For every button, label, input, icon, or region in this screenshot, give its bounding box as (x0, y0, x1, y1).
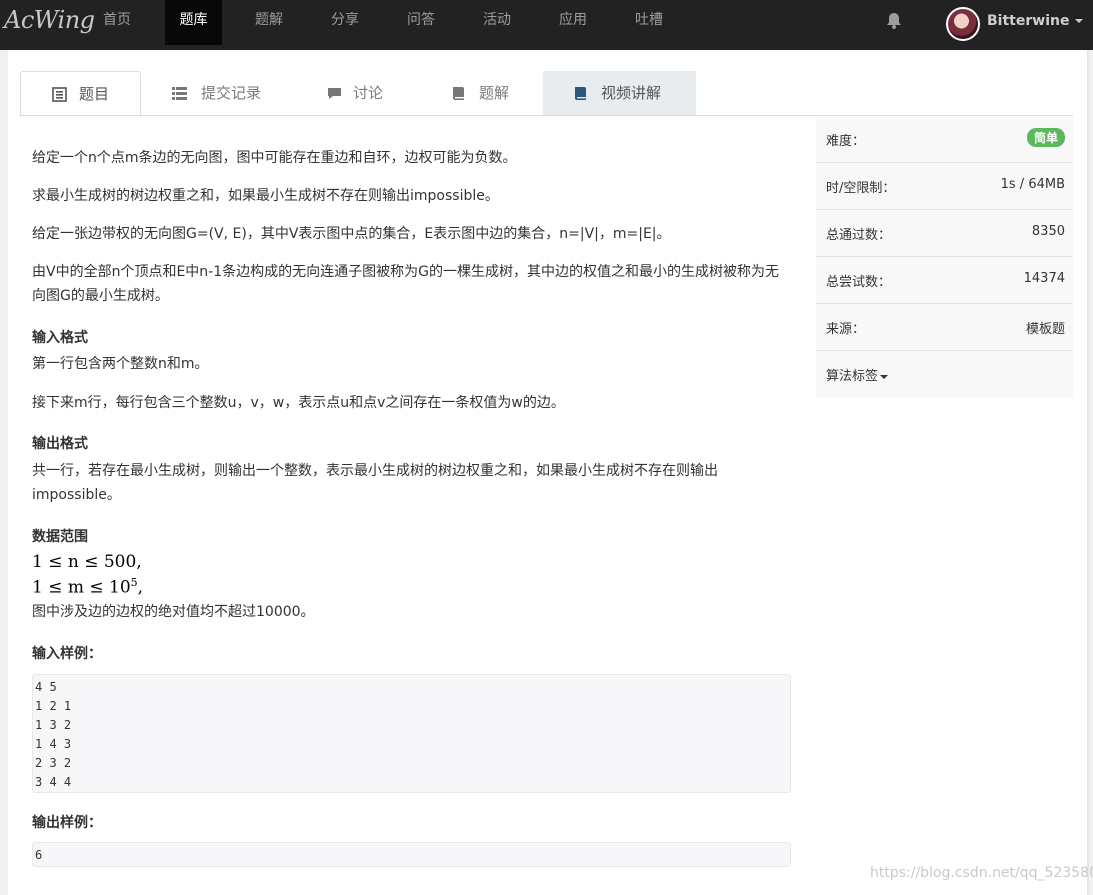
nav-apps[interactable]: 应用 (544, 0, 602, 45)
tags-row[interactable]: 算法标签 (816, 351, 1073, 398)
input-format-text: 接下来m行，每行包含三个整数u，v，w，表示点u和点v之间存在一条权值为w的边。 (32, 395, 565, 411)
input-format-text: 第一行包含两个整数n和m。 (32, 356, 209, 372)
list-alt-icon (52, 87, 67, 102)
sample-input-heading: 输入样例： (32, 646, 102, 662)
tab-video[interactable]: 视频讲解 (543, 71, 696, 116)
book-icon (575, 87, 586, 100)
brand-logo[interactable]: AcWing (4, 6, 95, 34)
nav-qa[interactable]: 问答 (392, 0, 450, 45)
tab-solutions-label: 题解 (479, 84, 510, 102)
problem-paragraph: 由V中的全部n个顶点和E中n-1条边构成的无向连通子图被称为G的一棵生成树，其中… (32, 264, 779, 304)
range-m-exponent: 5 (130, 576, 138, 589)
difficulty-row: 难度： 简单 (816, 116, 1073, 163)
range-m-base: 1 ≤ m ≤ 10 (32, 577, 131, 598)
top-navbar: AcWing 首页 题库 题解 分享 问答 活动 应用 吐槽 Bitterwin… (0, 0, 1093, 50)
nav-solutions[interactable]: 题解 (240, 0, 298, 45)
list-icon (172, 87, 187, 100)
nav-home[interactable]: 首页 (88, 0, 146, 45)
problem-paragraph: 给定一张边带权的无向图G=(V, E)，其中V表示图中点的集合，E表示图中边的集… (32, 226, 671, 242)
limit-label: 时/空限制： (826, 181, 896, 196)
sample-input-block[interactable]: 4 5 1 2 1 1 3 2 1 4 3 2 3 2 3 4 4 (32, 674, 791, 793)
range-m-comma: , (137, 577, 144, 598)
comment-icon (328, 88, 341, 99)
page-right-border (1087, 50, 1089, 895)
data-range-heading: 数据范围 (32, 529, 88, 545)
bell-icon[interactable] (884, 11, 904, 31)
difficulty-label: 难度： (826, 134, 866, 149)
sample-output-heading: 输出样例： (32, 815, 102, 831)
user-menu[interactable]: Bitterwine (987, 13, 1084, 29)
tab-submissions-label: 提交记录 (201, 84, 262, 102)
problem-paragraph: 求最小生成树的树边权重之和，如果最小生成树不存在则输出impossible。 (32, 188, 499, 204)
accepted-value: 8350 (1031, 224, 1065, 239)
tries-label: 总尝试数： (826, 275, 892, 290)
accepted-label: 总通过数： (826, 228, 892, 243)
tab-problem[interactable]: 题目 (20, 71, 141, 117)
input-format-heading: 输入格式 (32, 330, 88, 346)
tab-discussion[interactable]: 讨论 (305, 71, 422, 116)
tries-value: 14374 (1023, 271, 1065, 286)
user-avatar[interactable] (946, 7, 980, 41)
nav-activity[interactable]: 活动 (468, 0, 526, 45)
output-format-text: 共一行，若存在最小生成树，则输出一个整数，表示最小生成树的树边权重之和，如果最小… (32, 463, 718, 503)
nav-feedback[interactable]: 吐槽 (620, 0, 678, 45)
accepted-row: 总通过数： 8350 (816, 210, 1073, 257)
tab-discussion-label: 讨论 (353, 84, 384, 102)
caret-down-icon (880, 374, 889, 379)
tab-video-label: 视频讲解 (601, 84, 662, 102)
range-w: 图中涉及边的边权的绝对值均不超过10000。 (32, 604, 315, 620)
output-format-heading: 输出格式 (32, 436, 88, 452)
nav-share[interactable]: 分享 (316, 0, 374, 45)
book-icon (453, 87, 464, 100)
range-n: 1 ≤ n ≤ 500, (32, 552, 142, 572)
tries-row: 总尝试数： 14374 (816, 257, 1073, 304)
nav-problems[interactable]: 题库 (165, 0, 222, 45)
chevron-down-icon (1075, 19, 1084, 23)
limit-value: 1s / 64MB (1000, 177, 1065, 192)
tags-toggle[interactable]: 算法标签 (826, 365, 889, 384)
sample-output-block[interactable]: 6 (32, 842, 791, 867)
source-row: 来源： 模板题 (816, 304, 1073, 351)
watermark: https://blog.csdn.net/qq_52358098 (870, 865, 1093, 881)
difficulty-badge: 简单 (1026, 128, 1065, 147)
source-label: 来源： (826, 322, 866, 337)
tab-submissions[interactable]: 提交记录 (141, 71, 284, 116)
tags-label: 算法标签 (826, 369, 879, 384)
problem-paragraph: 给定一个n个点m条边的无向图，图中可能存在重边和自环，边权可能为负数。 (32, 150, 517, 166)
tab-solutions[interactable]: 题解 (432, 71, 547, 116)
username-label: Bitterwine (987, 13, 1070, 29)
range-m: 1 ≤ m ≤ 105, (32, 576, 143, 598)
tab-problem-label: 题目 (79, 85, 110, 103)
limit-row: 时/空限制： 1s / 64MB (816, 163, 1073, 210)
source-value: 模板题 (1025, 322, 1065, 337)
content-panel: 题目 提交记录 讨论 题解 视频讲解 给定一个n个点m条边的无向图，图中可能存在… (8, 50, 1088, 895)
